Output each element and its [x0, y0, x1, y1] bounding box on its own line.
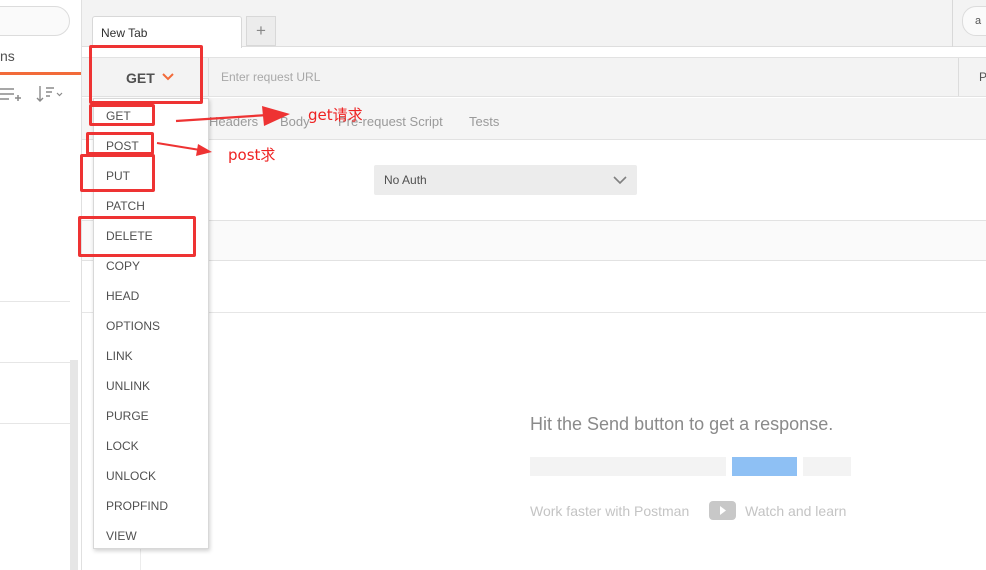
arrow-icon — [175, 106, 290, 126]
annotation-post-label: post求 — [228, 146, 276, 164]
arrow-icon — [156, 142, 212, 156]
annotation-arrows — [156, 106, 290, 156]
annotation-get-label: get请求 — [308, 106, 363, 124]
